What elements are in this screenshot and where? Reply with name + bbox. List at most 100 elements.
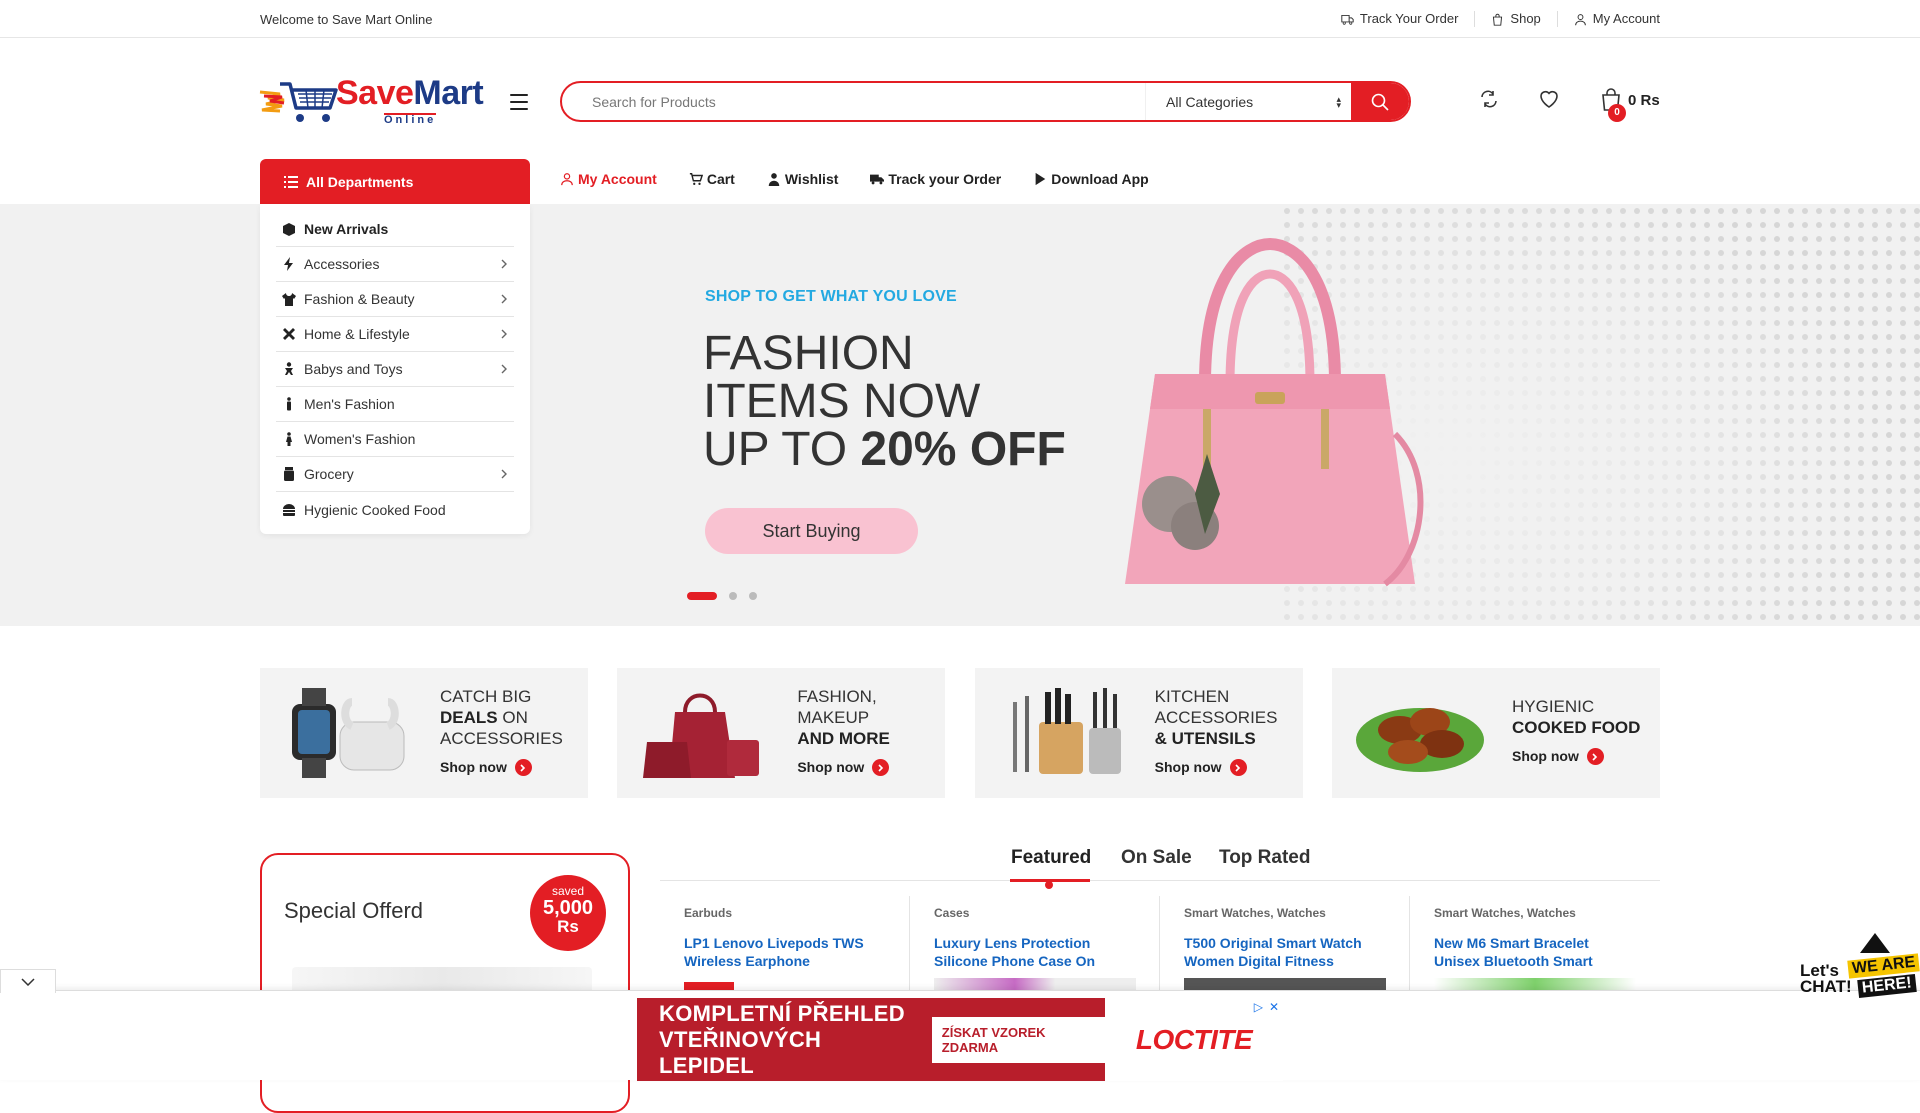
dept-mens-fashion[interactable]: Men's Fashion	[276, 387, 514, 422]
adchoices-icon[interactable]: ▷	[1254, 1000, 1263, 1014]
banner-line-bold: COOKED FOOD	[1511, 718, 1641, 737]
welcome-text: Welcome to Save Mart Online	[260, 12, 433, 27]
search-icon	[1371, 93, 1389, 111]
ad-collapse-button[interactable]	[0, 969, 56, 993]
cart-logo-icon	[259, 82, 338, 122]
category-select[interactable]: All Categories ▴ ▾	[1145, 83, 1351, 120]
handbag-image	[1125, 237, 1424, 587]
category-select-value: All Categories	[1166, 93, 1254, 110]
dept-accessories[interactable]: Accessories	[276, 247, 514, 282]
chevron-right-icon	[501, 294, 507, 304]
dept-label: Fashion & Beauty	[304, 291, 415, 307]
chat-widget[interactable]: Let's CHAT! WE ARE HERE!	[1798, 933, 1920, 1003]
saved-unit: Rs	[557, 917, 579, 936]
search-input[interactable]	[562, 83, 1145, 120]
tab-on-sale[interactable]: On Sale	[1121, 847, 1192, 869]
burger-icon	[282, 503, 296, 517]
product-name[interactable]: T500 Original Smart Watch Women Digital F…	[1184, 934, 1385, 970]
slider-pagination	[687, 592, 757, 600]
bolt-icon	[282, 257, 296, 271]
dept-grocery[interactable]: Grocery	[276, 457, 514, 492]
tab-top-rated[interactable]: Top Rated	[1219, 847, 1310, 869]
nav-download-app[interactable]: Download App	[1033, 171, 1149, 187]
truck-icon	[1341, 14, 1354, 25]
product-name[interactable]: New M6 Smart Bracelet Unisex Bluetooth Sm…	[1434, 934, 1636, 970]
my-account-link[interactable]: My Account	[1558, 11, 1660, 27]
shop-link[interactable]: Shop	[1475, 11, 1558, 27]
chevron-right-icon	[501, 469, 507, 479]
chicken-wings-image	[1355, 708, 1484, 772]
dept-fashion-beauty[interactable]: Fashion & Beauty	[276, 282, 514, 317]
site-logo[interactable]: SaveMart Online	[258, 74, 496, 128]
close-icon[interactable]: ✕	[1269, 1000, 1279, 1014]
slide-dot-2[interactable]	[729, 592, 737, 600]
my-account-label: My Account	[1592, 11, 1660, 26]
mini-cart[interactable]: 0 0 Rs	[1600, 88, 1660, 122]
dept-label: Babys and Toys	[304, 361, 403, 377]
truck-icon	[870, 174, 885, 185]
advertisement[interactable]: KOMPLETNÍ PŘEHLED VTEŘINOVÝCH LEPIDEL ZÍ…	[637, 998, 1283, 1081]
start-buying-button[interactable]: Start Buying	[705, 508, 918, 554]
nav-cart[interactable]: Cart	[689, 171, 735, 187]
nav-my-account[interactable]: My Account	[560, 171, 657, 187]
compare-button[interactable]	[1478, 88, 1502, 112]
hero-heading: FASHION ITEMS NOW UP TO 20% OFF	[703, 330, 1066, 474]
chevron-right-icon	[501, 364, 507, 374]
product-category: Cases	[934, 906, 970, 920]
dept-new-arrivals[interactable]: New Arrivals	[276, 212, 514, 247]
menu-toggle-icon[interactable]	[510, 94, 528, 110]
banner-fashion[interactable]: FASHION, MAKEUP AND MORE Shop now	[617, 668, 946, 798]
dept-label: Accessories	[304, 256, 380, 272]
logo-save: Save	[336, 74, 414, 112]
chat-lets-chat: Let's CHAT!	[1800, 962, 1852, 996]
banner-line-bold: DEALS	[440, 708, 498, 727]
cart-count-badge: 0	[1608, 104, 1626, 122]
ad-brand-logo: LOCTITE	[1135, 1023, 1253, 1055]
ad-cta-button[interactable]: ZÍSKAT VZOREK ZDARMA	[931, 1016, 1105, 1063]
tools-icon	[282, 327, 296, 341]
logo-wordmark: SaveMart Online	[336, 74, 484, 128]
smartwatch-earbuds-image	[292, 688, 405, 778]
slide-dot-3[interactable]	[749, 592, 757, 600]
slide-dot-1[interactable]	[687, 592, 717, 600]
banner-line: KITCHEN	[1154, 687, 1230, 706]
nav-track-order[interactable]: Track your Order	[870, 171, 1001, 187]
banner-line: ACCESSORIES	[1154, 708, 1278, 727]
nav-download-app-label: Download App	[1051, 171, 1149, 187]
tab-featured[interactable]: Featured	[1011, 847, 1091, 869]
category-banners: CATCH BIG DEALS ON ACCESSORIES Shop now …	[260, 668, 1660, 798]
arrow-right-icon	[1229, 759, 1247, 776]
nav-wishlist[interactable]: Wishlist	[767, 171, 838, 187]
banner-kitchen[interactable]: KITCHEN ACCESSORIES & UTENSILS Shop now	[974, 668, 1303, 798]
all-departments-button[interactable]: All Departments	[260, 159, 530, 204]
arrow-right-icon	[1586, 748, 1604, 765]
chat-text: CHAT!	[1800, 977, 1852, 996]
dept-womens-fashion[interactable]: Women's Fashion	[276, 422, 514, 457]
track-order-link[interactable]: Track Your Order	[1325, 11, 1476, 27]
dept-hygienic-cooked-food[interactable]: Hygienic Cooked Food	[276, 492, 514, 527]
banner-accessories[interactable]: CATCH BIG DEALS ON ACCESSORIES Shop now	[260, 668, 588, 798]
dept-label: New Arrivals	[304, 221, 389, 237]
product-tabs: Featured On Sale Top Rated	[660, 847, 1660, 889]
ad-headline-line: KOMPLETNÍ PŘEHLED	[659, 1000, 905, 1026]
dept-babys-toys[interactable]: Babys and Toys	[276, 352, 514, 387]
search-button[interactable]	[1351, 83, 1409, 120]
dept-home-lifestyle[interactable]: Home & Lifestyle	[276, 317, 514, 352]
banner-line: HYGIENIC	[1511, 697, 1595, 716]
chat-arrow-icon	[1860, 933, 1890, 953]
shop-now-link[interactable]: Shop now	[797, 757, 890, 778]
product-name[interactable]: LP1 Lenovo Livepods TWS Wireless Earphone	[684, 934, 885, 970]
banner-cooked-food[interactable]: HYGIENIC COOKED FOOD Shop now	[1331, 668, 1660, 798]
heart-icon	[1540, 90, 1558, 108]
shop-now-label: Shop now	[797, 759, 865, 775]
wishlist-button[interactable]	[1538, 88, 1562, 112]
dept-label: Home & Lifestyle	[304, 326, 410, 342]
shop-now-link[interactable]: Shop now	[1155, 757, 1278, 778]
shop-now-link[interactable]: Shop now	[440, 757, 563, 778]
product-name[interactable]: Luxury Lens Protection Silicone Phone Cas…	[934, 934, 1135, 970]
saved-badge: saved 5,000 Rs	[530, 875, 606, 951]
shop-now-link[interactable]: Shop now	[1512, 746, 1640, 767]
shop-now-label: Shop now	[1511, 748, 1579, 764]
product-name-line: Silicone Phone Case On	[934, 953, 1096, 969]
search-bar: All Categories ▴▾	[560, 81, 1411, 122]
